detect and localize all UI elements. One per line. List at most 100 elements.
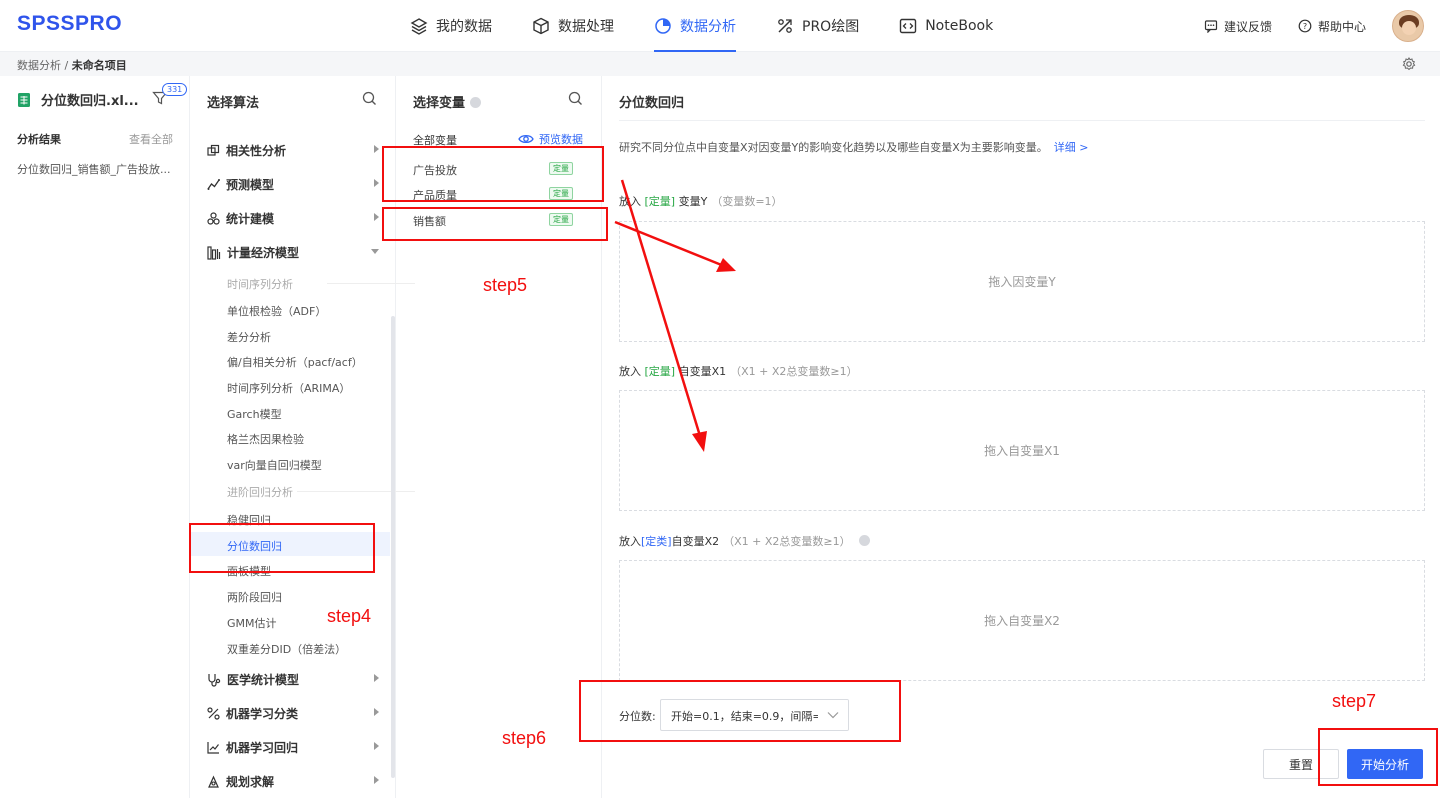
category-statistical-modeling[interactable]: 统计建模 xyxy=(207,210,379,227)
y-drop-zone[interactable]: 拖入因变量Y xyxy=(619,221,1425,342)
file-name: 分位数回归.xl... xyxy=(41,94,139,109)
avatar[interactable] xyxy=(1392,10,1424,42)
nav-my-data[interactable]: 我的数据 xyxy=(410,0,492,52)
category-correlation[interactable]: 相关性分析 xyxy=(207,142,379,159)
algo-item-pacf-acf[interactable]: 偏/自相关分析（pacf/acf） xyxy=(227,354,363,370)
x1-drop-label: 放入 [定量] 自变量X1 （X1 + X2总变量数≥1） xyxy=(619,363,858,379)
search-icon[interactable] xyxy=(362,91,377,106)
variable-role: 变量Y xyxy=(678,195,708,208)
divider xyxy=(619,120,1425,121)
breadcrumb-root[interactable]: 数据分析 xyxy=(17,59,61,72)
category-ml-classification[interactable]: 机器学习分类 xyxy=(207,705,379,722)
algo-item-2sls[interactable]: 两阶段回归 xyxy=(227,589,282,605)
nav-notebook[interactable]: NoteBook xyxy=(899,0,993,52)
help-link[interactable]: ? 帮助中心 xyxy=(1298,18,1366,35)
breadcrumb-current: 未命名项目 xyxy=(71,59,127,72)
config-title: 分位数回归 xyxy=(619,96,685,111)
algo-item-adf[interactable]: 单位根检验（ADF） xyxy=(227,303,326,319)
algo-item-arima[interactable]: 时间序列分析（ARIMA） xyxy=(227,380,350,396)
category-ml-regression[interactable]: 机器学习回归 xyxy=(207,739,379,756)
annotation-step7: step7 xyxy=(1332,691,1377,711)
preview-data-link[interactable]: 预览数据 xyxy=(518,131,583,147)
caret-right-icon xyxy=(374,179,379,187)
breadcrumb-separator: / xyxy=(64,59,69,72)
gear-icon[interactable] xyxy=(1402,57,1416,71)
variable-panel-title: 选择变量 xyxy=(413,92,482,111)
category-label: 计量经济模型 xyxy=(227,246,300,260)
annotation-step4: step4 xyxy=(327,606,372,626)
result-item[interactable]: 分位数回归_销售额_广告投放... xyxy=(17,161,171,177)
variable-role: 自变量X2 xyxy=(671,535,720,548)
caret-down-icon xyxy=(371,249,379,254)
algo-item-diff[interactable]: 差分分析 xyxy=(227,329,271,345)
category-optimization[interactable]: 规划求解 xyxy=(207,773,379,790)
nav-label: 数据处理 xyxy=(558,19,614,35)
algo-item-garch[interactable]: Garch模型 xyxy=(227,406,282,422)
file-row[interactable]: 分位数回归.xl... xyxy=(17,90,139,109)
annotation-step6: step6 xyxy=(502,728,547,748)
category-prediction[interactable]: 预测模型 xyxy=(207,176,379,193)
info-icon[interactable] xyxy=(859,535,871,546)
caret-right-icon xyxy=(374,213,379,221)
filter-count-badge: 331 xyxy=(162,83,188,96)
category-label: 统计建模 xyxy=(226,212,275,226)
eye-icon xyxy=(518,134,534,144)
help-icon: ? xyxy=(1298,19,1312,33)
planning-icon xyxy=(208,775,219,788)
help-label: 帮助中心 xyxy=(1317,19,1366,34)
category-label: 机器学习分类 xyxy=(226,707,299,721)
algorithm-panel: 选择算法 相关性分析 预测模型 统计建模 计量经济模型 时间序列分析 单位根检验… xyxy=(190,76,415,798)
algorithm-panel-title: 选择算法 xyxy=(207,96,260,111)
drop-placeholder: 拖入自变量X2 xyxy=(984,614,1060,628)
description-text: 研究不同分位点中自变量X对因变量Y的影响变化趋势以及哪些自变量X为主要影响变量。 xyxy=(619,141,1048,154)
algo-item-granger[interactable]: 格兰杰因果检验 xyxy=(227,431,304,447)
app-logo[interactable]: SPSSPRO xyxy=(17,12,122,36)
main-nav: 我的数据 数据处理 数据分析 PRO绘图 NoteBook xyxy=(410,0,1033,52)
limit-text: （X1 + X2总变量数≥1） xyxy=(730,365,858,378)
group-label-time-series: 时间序列分析 xyxy=(227,278,415,291)
svg-text:?: ? xyxy=(1303,22,1307,31)
algo-item-gmm[interactable]: GMM估计 xyxy=(227,615,277,631)
caret-right-icon xyxy=(374,708,379,716)
category-medical[interactable]: 医学统计模型 xyxy=(207,671,379,688)
category-econometrics[interactable]: 计量经济模型 xyxy=(207,244,379,261)
view-all-link[interactable]: 查看全部 xyxy=(129,131,173,147)
info-icon[interactable] xyxy=(470,97,482,108)
pie-chart-icon xyxy=(655,18,671,34)
brush-icon xyxy=(778,19,792,33)
trend-icon xyxy=(207,179,220,190)
percent-icon xyxy=(207,707,220,720)
algo-item-did[interactable]: 双重差分DID（倍差法） xyxy=(227,641,346,657)
group-label-advanced-regression: 进阶回归分析 xyxy=(227,486,415,499)
limit-text: （变量数=1） xyxy=(711,195,783,208)
nav-pro-plot[interactable]: PRO绘图 xyxy=(776,0,859,52)
detail-link[interactable]: 详细 > xyxy=(1054,141,1089,154)
type-text: [定量] xyxy=(644,365,676,378)
layers-icon xyxy=(410,18,428,35)
nav-label: 我的数据 xyxy=(436,19,492,35)
annotation-box-algo xyxy=(189,523,375,573)
caret-right-icon xyxy=(374,742,379,750)
category-label: 医学统计模型 xyxy=(227,673,300,687)
results-header: 分析结果 查看全部 xyxy=(17,131,173,147)
put-text: 放入 xyxy=(619,195,641,208)
feedback-link[interactable]: 建议反馈 xyxy=(1204,18,1272,35)
nav-data-analysis[interactable]: 数据分析 xyxy=(654,0,736,52)
results-title: 分析结果 xyxy=(17,133,61,146)
annotation-box-vars-x xyxy=(382,146,604,202)
annotation-box-quantile xyxy=(579,680,901,742)
variable-panel-title-text: 选择变量 xyxy=(413,96,466,111)
nav-data-processing[interactable]: 数据处理 xyxy=(532,0,614,52)
breadcrumb-bar: 数据分析 / 未命名项目 xyxy=(0,52,1440,76)
annotation-step5: step5 xyxy=(483,275,528,295)
algo-item-var[interactable]: var向量自回归模型 xyxy=(227,457,322,473)
copy-icon xyxy=(207,144,220,156)
limit-text: （X1 + X2总变量数≥1） xyxy=(723,535,851,548)
drop-placeholder: 拖入自变量X1 xyxy=(984,444,1060,458)
x1-drop-zone[interactable]: 拖入自变量X1 xyxy=(619,390,1425,511)
scrollbar[interactable] xyxy=(391,316,395,778)
search-icon[interactable] xyxy=(568,91,583,106)
x2-drop-zone[interactable]: 拖入自变量X2 xyxy=(619,560,1425,681)
file-panel: 分位数回归.xl... 331 分析结果 查看全部 分位数回归_销售额_广告投放… xyxy=(0,76,190,798)
variable-role: 自变量X1 xyxy=(678,365,727,378)
